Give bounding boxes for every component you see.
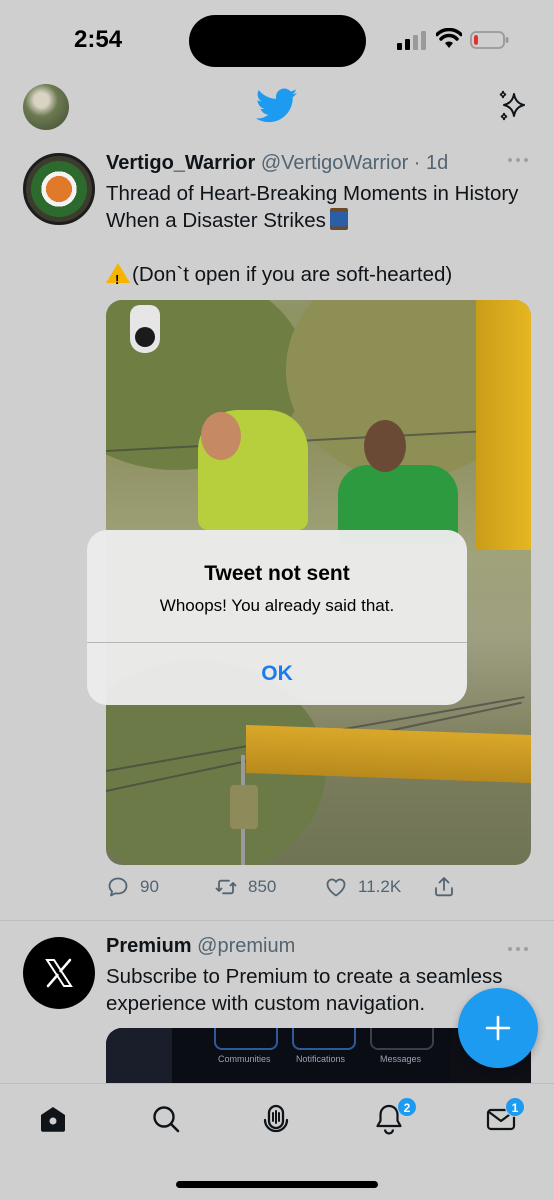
retweet-icon xyxy=(215,879,237,895)
promo-handle[interactable]: @premium xyxy=(197,935,295,957)
tweet-not-sent-alert: Tweet not sent Whoops! You already said … xyxy=(87,530,467,705)
author-handle[interactable]: @VertigoWarrior xyxy=(261,152,408,174)
promo-media-label: Notifications xyxy=(296,1054,346,1064)
promo-header: Premium @premium xyxy=(106,935,295,958)
x-logo-icon xyxy=(45,958,73,988)
home-icon[interactable] xyxy=(36,1102,70,1136)
media-person-woman-head xyxy=(201,412,241,460)
media-crane xyxy=(476,300,531,550)
compose-tweet-button[interactable] xyxy=(458,988,538,1068)
reply-icon xyxy=(108,877,128,897)
tweet-actions: 90 850 11.2K xyxy=(106,875,526,905)
battery-icon xyxy=(470,31,509,49)
media-platform xyxy=(246,725,531,783)
reply-action[interactable]: 90 xyxy=(106,875,159,899)
search-icon[interactable] xyxy=(149,1102,183,1136)
wifi-icon xyxy=(436,28,462,48)
reply-count: 90 xyxy=(140,877,159,896)
status-time: 2:54 xyxy=(74,26,123,53)
like-action[interactable]: 11.2K xyxy=(324,875,401,899)
tweet-text-line-2: (Don`t open if you are soft-hearted) xyxy=(132,263,453,286)
status-bar: 2:54 xyxy=(0,0,554,80)
more-options-icon[interactable] xyxy=(506,154,530,166)
author-avatar[interactable] xyxy=(23,153,95,225)
tweet-time-separator: · xyxy=(408,152,427,174)
profile-avatar[interactable] xyxy=(23,84,69,130)
like-count: 11.2K xyxy=(358,877,402,896)
premium-avatar[interactable] xyxy=(23,937,95,1009)
tweet-time: 1d xyxy=(426,152,449,174)
author-name[interactable]: Vertigo_Warrior xyxy=(106,152,255,174)
alert-ok-button[interactable]: OK xyxy=(87,643,467,705)
promo-media-label: Messages xyxy=(380,1054,422,1064)
alert-message: Whoops! You already said that. xyxy=(159,596,395,615)
tweet-text: Thread of Heart-Breaking Moments in Hist… xyxy=(106,180,526,293)
retweet-action[interactable]: 850 xyxy=(214,875,276,899)
bird-icon[interactable] xyxy=(256,88,298,124)
top-nav xyxy=(0,80,554,140)
promo-media-tile xyxy=(292,1028,356,1050)
promo-name[interactable]: Premium xyxy=(106,935,192,957)
cellular-signal-icon xyxy=(397,31,426,50)
heart-icon xyxy=(326,878,346,897)
more-options-icon[interactable] xyxy=(506,943,530,955)
share-action[interactable] xyxy=(432,875,456,899)
sparkle-icon[interactable] xyxy=(496,88,532,124)
dynamic-island xyxy=(189,15,366,67)
thread-spool-icon xyxy=(329,208,348,230)
media-bag xyxy=(230,785,258,829)
promo-media-label: Communities xyxy=(218,1054,271,1064)
promo-media-tile xyxy=(214,1028,278,1050)
alert-title: Tweet not sent xyxy=(204,562,350,585)
messages-badge: 1 xyxy=(505,1097,525,1117)
security-camera xyxy=(130,305,160,353)
retweet-count: 850 xyxy=(248,877,277,896)
media-person-man-head xyxy=(364,420,406,472)
warning-icon xyxy=(106,263,130,293)
spaces-icon[interactable] xyxy=(259,1102,293,1136)
share-icon xyxy=(435,877,453,897)
notifications-badge: 2 xyxy=(397,1097,417,1117)
plus-icon xyxy=(485,1015,511,1041)
home-indicator[interactable] xyxy=(176,1181,378,1188)
promo-media-strip xyxy=(106,1028,172,1088)
tweet-text-line-1: Thread of Heart-Breaking Moments in Hist… xyxy=(106,182,519,232)
tweet-header: Vertigo_Warrior @VertigoWarrior · 1d xyxy=(106,152,448,175)
promo-media-tile xyxy=(370,1028,434,1050)
